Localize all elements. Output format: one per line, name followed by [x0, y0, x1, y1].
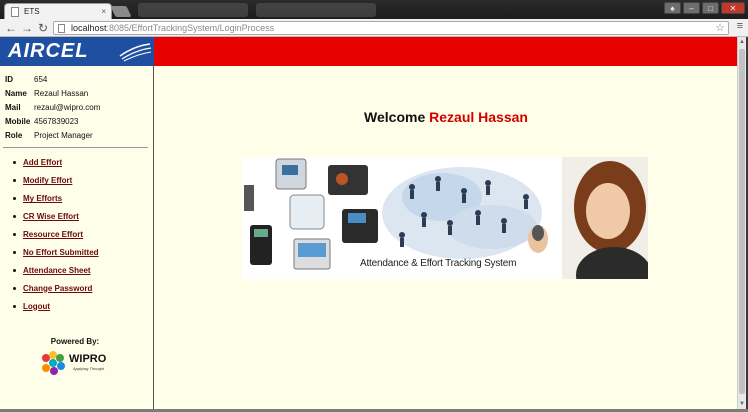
profile-value: Rezaul Hassan	[34, 88, 89, 98]
url-path: :8085/EffortTrackingSystem/LoginProcess	[106, 23, 275, 33]
profile-label: Mobile	[5, 116, 31, 126]
bullet-icon	[13, 250, 16, 254]
maximize-icon[interactable]: □	[702, 2, 719, 14]
profile-info: ID 654 Name Rezaul Hassan Mail rezaul@wi…	[5, 72, 100, 142]
browser-menu-icon[interactable]: ≡	[737, 20, 743, 32]
profile-label: ID	[5, 74, 13, 84]
attendance-tracking-banner-image: Attendance & Effort Tracking System	[242, 157, 648, 279]
menu-item: No Effort Submitted	[13, 243, 99, 261]
profile-value: rezaul@wipro.com	[34, 102, 101, 112]
menu-link-modify-effort[interactable]: Modify Effort	[23, 176, 72, 185]
profile-row-role: Role Project Manager	[5, 128, 100, 142]
menu-link-change-password[interactable]: Change Password	[23, 284, 92, 293]
menu-item: Change Password	[13, 279, 99, 297]
profile-row-id: ID 654	[5, 72, 100, 86]
sidebar-divider	[3, 147, 148, 148]
menu-link-my-efforts[interactable]: My Efforts	[23, 194, 62, 203]
menu-link-resource-effort[interactable]: Resource Effort	[23, 230, 83, 239]
menu-item: Modify Effort	[13, 172, 99, 190]
bullet-icon	[13, 215, 16, 219]
profile-label: Name	[5, 88, 27, 98]
welcome-user-name: Rezaul Hassan	[429, 109, 528, 125]
background-tab[interactable]	[138, 3, 248, 17]
page-viewport: AIRCEL ID 654 Name Rezaul Hassan Mail re…	[0, 37, 737, 409]
browser-tab[interactable]: ETS ×	[4, 3, 112, 19]
menu-item: Attendance Sheet	[13, 261, 99, 279]
logo-swoosh-icon	[119, 43, 152, 62]
profile-label: Role	[5, 130, 23, 140]
wipro-wordmark: WIPRO	[69, 353, 107, 365]
profile-value: 4567839023	[34, 116, 79, 126]
banner-caption: Attendance & Effort Tracking System	[360, 258, 517, 269]
background-tab[interactable]	[256, 3, 376, 17]
menu-item: My Efforts	[13, 190, 99, 208]
menu-item: Resource Effort	[13, 226, 99, 244]
menu-link-no-effort-submitted[interactable]: No Effort Submitted	[23, 248, 99, 257]
scroll-up-icon[interactable]: ▲	[738, 37, 746, 47]
new-tab-button[interactable]	[110, 6, 132, 17]
page-scrollbar[interactable]: ▲ ▼	[737, 37, 746, 409]
welcome-prefix: Welcome	[364, 109, 426, 125]
reload-icon[interactable]: ↻	[35, 20, 51, 36]
menu-item: Add Effort	[13, 154, 99, 172]
welcome-heading: Welcome Rezaul Hassan	[155, 109, 737, 125]
scroll-down-icon[interactable]: ▼	[738, 399, 746, 409]
bookmark-star-icon[interactable]: ☆	[715, 21, 725, 34]
bullet-icon	[13, 179, 16, 183]
close-window-icon[interactable]: ✕	[721, 2, 745, 14]
profile-value: 654	[34, 74, 48, 84]
sidebar-menu: Add Effort Modify Effort My Efforts CR W…	[13, 154, 99, 315]
menu-link-add-effort[interactable]: Add Effort	[23, 158, 62, 167]
menu-item: Logout	[13, 297, 99, 315]
back-arrow-icon[interactable]: ←	[3, 20, 19, 36]
profile-row-mail: Mail rezaul@wipro.com	[5, 100, 100, 114]
sidebar: ID 654 Name Rezaul Hassan Mail rezaul@wi…	[0, 66, 154, 409]
bullet-icon	[13, 304, 16, 308]
menu-link-cr-wise-effort[interactable]: CR Wise Effort	[23, 212, 79, 221]
bullet-icon	[13, 197, 16, 201]
page-favicon-icon	[11, 6, 19, 17]
wipro-tagline: Applying Thought	[73, 366, 105, 371]
menu-link-attendance-sheet[interactable]: Attendance Sheet	[23, 266, 91, 275]
bullet-icon	[13, 286, 16, 290]
url-host: localhost	[71, 23, 107, 33]
forward-arrow-icon[interactable]: →	[19, 20, 35, 36]
wipro-flower-icon	[42, 351, 65, 375]
menu-item: CR Wise Effort	[13, 208, 99, 226]
logo-text: AIRCEL	[8, 40, 89, 62]
bullet-icon	[13, 233, 16, 236]
wipro-logo: WIPRO Applying Thought	[37, 349, 117, 377]
page-icon	[58, 23, 65, 33]
browser-tab-strip: ETS × ♠ – □ ✕	[0, 0, 748, 19]
aircel-logo: AIRCEL	[0, 37, 154, 66]
menu-link-logout[interactable]: Logout	[23, 302, 50, 311]
tab-title: ETS	[24, 7, 40, 16]
window-controls: ♠ – □ ✕	[664, 2, 745, 14]
address-bar[interactable]: localhost:8085/EffortTrackingSystem/Logi…	[53, 21, 729, 35]
profile-label: Mail	[5, 102, 21, 112]
tab-close-icon[interactable]: ×	[101, 7, 106, 16]
window-user-icon[interactable]: ♠	[664, 2, 681, 14]
browser-toolbar: ← → ↻ localhost:8085/EffortTrackingSyste…	[0, 19, 748, 37]
profile-row-name: Name Rezaul Hassan	[5, 86, 100, 100]
profile-value: Project Manager	[34, 130, 93, 140]
profile-row-mobile: Mobile 4567839023	[5, 114, 100, 128]
bullet-icon	[13, 268, 16, 272]
bullet-icon	[13, 161, 16, 165]
minimize-icon[interactable]: –	[683, 2, 700, 14]
powered-by-label: Powered By:	[50, 337, 100, 346]
scroll-thumb[interactable]	[739, 49, 745, 394]
